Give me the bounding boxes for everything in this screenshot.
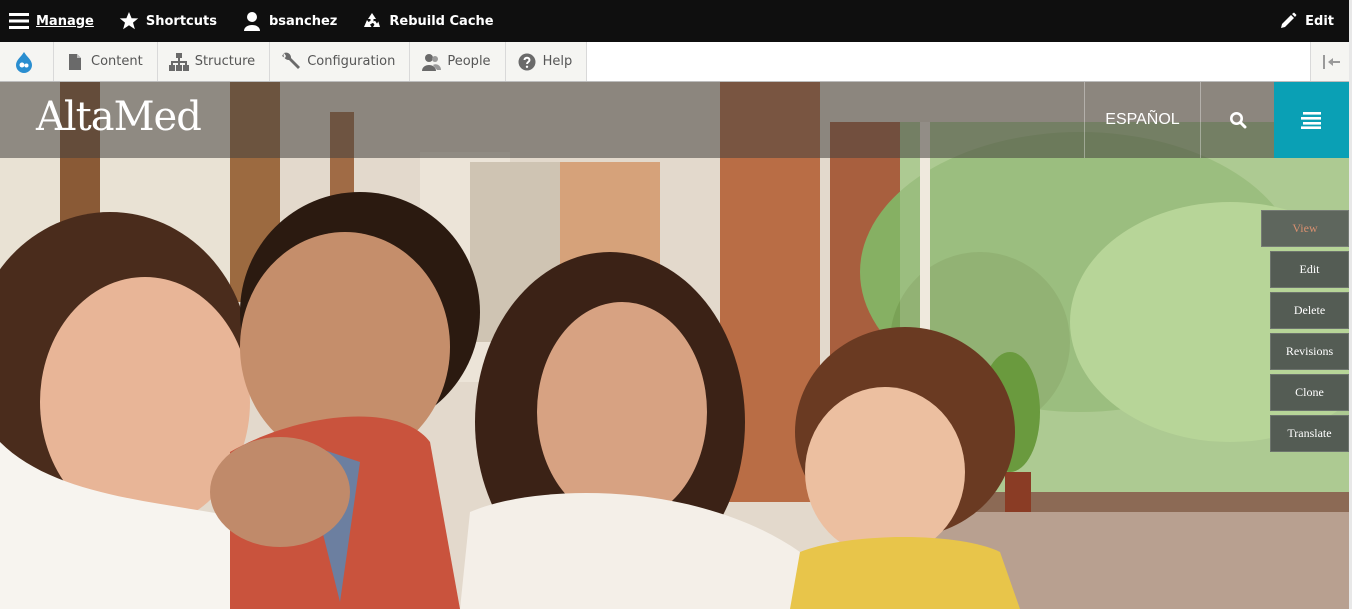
tab-configuration-label: Configuration [307,54,396,69]
user-label: bsanchez [268,13,338,29]
site-logo[interactable]: AltaMed [36,94,202,140]
star-icon [118,10,140,32]
shortcuts-button[interactable]: Shortcuts [106,0,229,42]
user-button[interactable]: bsanchez [229,0,349,42]
tab-help-label: Help [542,54,573,69]
hero-image [0,82,1352,609]
drupal-drop-icon [14,51,34,73]
edit-button[interactable]: Edit [1265,0,1352,42]
hamburger-icon [8,10,30,32]
document-icon [65,52,85,72]
tab-people-label: People [447,54,491,69]
people-icon [421,52,442,72]
rebuild-cache-label: Rebuild Cache [389,13,494,29]
task-delete[interactable]: Delete [1270,292,1349,329]
user-icon [241,10,263,32]
rebuild-cache-button[interactable]: Rebuild Cache [349,0,505,42]
tab-structure-label: Structure [194,54,256,69]
recycle-icon [361,10,383,32]
shortcuts-label: Shortcuts [145,13,217,29]
edit-label: Edit [1305,13,1334,29]
tab-people[interactable]: People [410,42,506,81]
tray-spacer [587,42,1310,81]
admin-tray: Content Structure Configuration People H… [0,42,1352,82]
task-edit[interactable]: Edit [1270,251,1349,288]
admin-toolbar: Manage Shortcuts bsanchez Rebuild Cache … [0,0,1352,42]
site-menu-button[interactable] [1274,82,1349,158]
tab-structure[interactable]: Structure [157,42,271,81]
task-translate[interactable]: Translate [1270,415,1349,452]
tray-collapse-button[interactable] [1310,42,1352,81]
tab-help[interactable]: Help [505,42,588,81]
task-view[interactable]: View [1261,210,1349,247]
pencil-icon [1277,10,1299,32]
manage-label: Manage [36,13,94,29]
menu-icon [1300,112,1321,129]
manage-button[interactable]: Manage [0,0,106,42]
search-icon [1229,112,1246,129]
sitemap-icon [168,52,189,72]
site-search-button[interactable] [1200,82,1274,158]
help-icon [517,52,537,72]
collapse-icon [1322,54,1340,69]
tab-content-label: Content [91,54,143,69]
tab-content[interactable]: Content [54,42,158,81]
wrench-icon [281,52,301,72]
tab-configuration[interactable]: Configuration [270,42,411,81]
language-switcher[interactable]: ESPAÑOL [1084,82,1200,158]
task-revisions[interactable]: Revisions [1270,333,1349,370]
drupal-home-link[interactable] [0,42,54,81]
task-clone[interactable]: Clone [1270,374,1349,411]
